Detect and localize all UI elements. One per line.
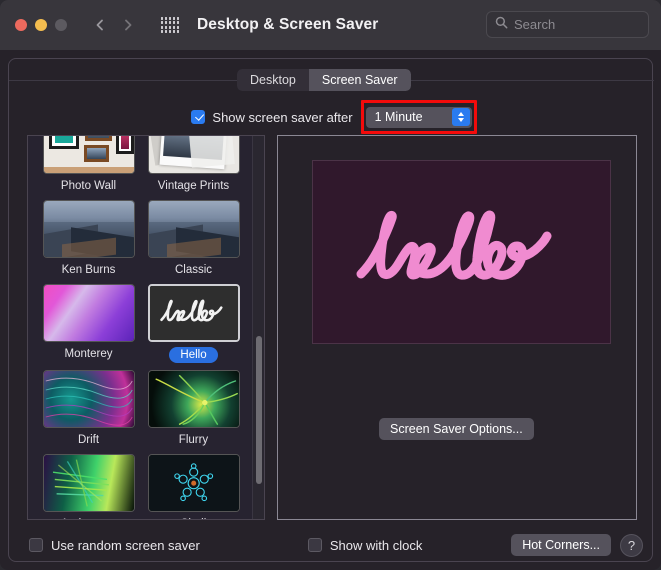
screen-saver-item[interactable]: Drift [36,370,141,447]
stepper-chevrons-icon[interactable] [451,108,470,126]
system-preferences-window: Desktop & Screen Saver Desktop Screen Sa… [0,0,661,570]
hello-script-icon [356,210,551,280]
screen-saver-thumbnail[interactable] [147,136,240,174]
idle-time-select-wrapper: 1 Minute [360,99,477,134]
search-field[interactable] [486,11,649,38]
window-titlebar: Desktop & Screen Saver [0,0,661,50]
screen-saver-thumbnail[interactable] [42,370,135,428]
screen-saver-thumbnail[interactable] [147,284,240,342]
thumbnail-art [43,201,134,257]
thumbnail-art [43,455,134,511]
close-window-button[interactable] [15,19,27,31]
preview-image [312,160,611,344]
screen-saver-options-button[interactable]: Screen Saver Options... [379,418,534,440]
search-icon [495,16,508,34]
show-screen-saver-after-label: Show screen saver after [212,109,353,125]
screen-saver-item[interactable]: Classic [141,200,246,277]
show-all-grid-icon[interactable] [161,17,179,33]
screen-saver-preview-panel: Screen Saver Options... [277,135,637,520]
screen-saver-item-label: Photo Wall [60,180,117,192]
screen-saver-item-label: Classic [174,264,213,276]
help-button[interactable]: ? [620,533,643,557]
screen-saver-item[interactable]: Photo Wall [36,136,141,193]
minimize-window-button[interactable] [35,19,47,31]
screen-saver-item[interactable]: Arabesque [36,454,141,519]
screen-saver-item-label: Drift [77,434,100,446]
thumbnail-art [43,371,134,427]
preferences-content-panel: Desktop Screen Saver Show screen saver a… [8,58,654,562]
screen-saver-item[interactable]: Ken Burns [36,200,141,277]
search-input[interactable] [514,17,634,32]
hot-corners-button[interactable]: Hot Corners... [511,534,611,556]
use-random-screen-saver-label: Use random screen saver [51,537,200,553]
screen-saver-item-label: Vintage Prints [157,180,230,192]
thumbnail-art [148,371,239,427]
screen-saver-item[interactable]: Shell [141,454,246,519]
back-chevron-icon[interactable] [93,18,107,32]
bottom-options-bar: Use random screen saver Show with clock … [9,529,654,561]
show-with-clock-option: Show with clock [307,537,423,553]
screen-saver-grid: Photo Wall Vintage Prints Ken Burns Classic… [28,136,254,519]
thumbnail-art [148,201,239,257]
screen-saver-thumbnail[interactable] [42,136,135,174]
thumbnail-art [43,136,134,173]
screen-saver-item[interactable]: Vintage Prints [141,136,246,193]
screen-saver-item[interactable]: Monterey [36,284,141,363]
thumbnail-art [149,286,238,340]
screen-saver-item-label: Arabesque [61,517,117,519]
use-random-screen-saver-checkbox[interactable] [29,538,43,552]
tab-desktop[interactable]: Desktop [237,69,309,91]
thumbnail-art [148,136,239,173]
screen-saver-list-scroll[interactable]: Photo Wall Vintage Prints Ken Burns Classic… [28,136,264,519]
screen-saver-thumbnail[interactable] [42,284,135,342]
zoom-window-button[interactable] [55,19,67,31]
screen-saver-item[interactable]: Flurry [141,370,246,447]
screen-saver-item-label: Ken Burns [61,264,116,276]
traffic-lights [15,19,67,31]
screen-saver-item-label: Shell [181,517,207,519]
screen-saver-item-label: Flurry [178,434,209,446]
forward-chevron-icon[interactable] [121,18,135,32]
screen-saver-item-label: Hello [169,347,218,363]
screen-saver-thumbnail[interactable] [147,370,240,428]
screen-saver-thumbnail[interactable] [147,454,240,512]
show-screen-saver-after-row: Show screen saver after 1 Minute [9,99,654,134]
idle-time-select[interactable]: 1 Minute [365,106,472,128]
list-scrollbar-track[interactable] [252,136,264,519]
tab-screen-saver[interactable]: Screen Saver [308,69,411,91]
tab-segmented-control: Desktop Screen Saver [237,69,411,91]
navigation-buttons [93,18,135,32]
tab-bar: Desktop Screen Saver [9,59,654,93]
use-random-screen-saver-option: Use random screen saver [29,538,200,553]
show-with-clock-label: Show with clock [329,537,423,553]
thumbnail-art [148,455,239,511]
thumbnail-art [43,285,134,341]
screen-saver-thumbnail[interactable] [42,454,135,512]
screen-saver-list-panel: Photo Wall Vintage Prints Ken Burns Classic… [27,135,265,520]
page-title: Desktop & Screen Saver [197,16,379,33]
list-scrollbar-thumb[interactable] [256,336,262,484]
show-screen-saver-after-checkbox[interactable] [191,110,206,124]
screen-saver-thumbnail[interactable] [147,200,240,258]
screen-saver-item[interactable]: Hello [141,284,246,363]
screen-saver-item-label: Monterey [64,348,113,360]
screen-saver-thumbnail[interactable] [42,200,135,258]
idle-time-selected-value: 1 Minute [374,110,423,124]
show-with-clock-checkbox[interactable] [307,538,322,552]
